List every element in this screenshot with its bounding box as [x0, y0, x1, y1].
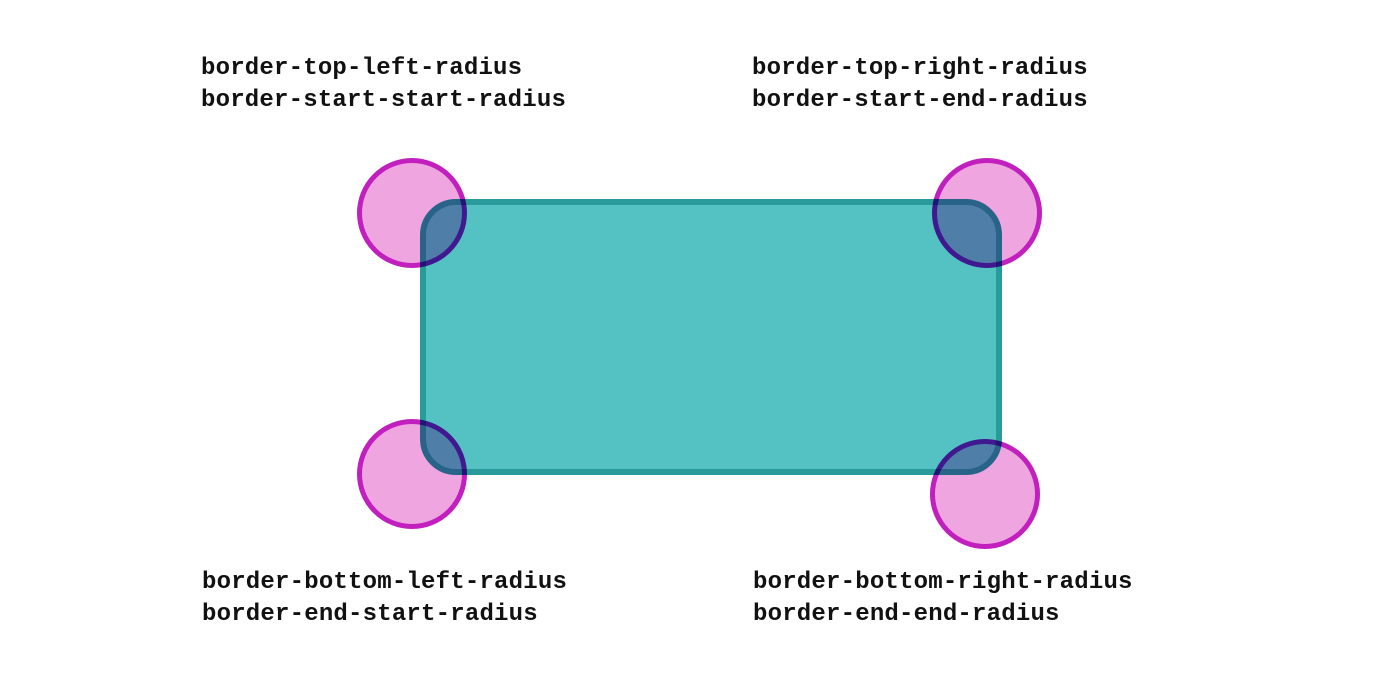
label-physical: border-top-right-radius	[752, 53, 1088, 85]
label-physical: border-bottom-right-radius	[753, 567, 1133, 599]
corner-marker-top-left	[357, 158, 467, 268]
corner-marker-bottom-left	[357, 419, 467, 529]
corner-marker-bottom-right	[930, 439, 1040, 549]
label-bottom-right: border-bottom-right-radius border-end-en…	[753, 567, 1133, 632]
label-physical: border-top-left-radius	[201, 53, 566, 85]
label-top-left: border-top-left-radius border-start-star…	[201, 53, 566, 118]
label-physical: border-bottom-left-radius	[202, 567, 567, 599]
label-logical: border-start-start-radius	[201, 85, 566, 117]
label-logical: border-end-start-radius	[202, 599, 567, 631]
label-logical: border-start-end-radius	[752, 85, 1088, 117]
label-top-right: border-top-right-radius border-start-end…	[752, 53, 1088, 118]
label-logical: border-end-end-radius	[753, 599, 1133, 631]
label-bottom-left: border-bottom-left-radius border-end-sta…	[202, 567, 567, 632]
corner-marker-top-right	[932, 158, 1042, 268]
diagram-stage: border-top-left-radius border-start-star…	[0, 0, 1400, 700]
rounded-box	[420, 199, 1002, 475]
